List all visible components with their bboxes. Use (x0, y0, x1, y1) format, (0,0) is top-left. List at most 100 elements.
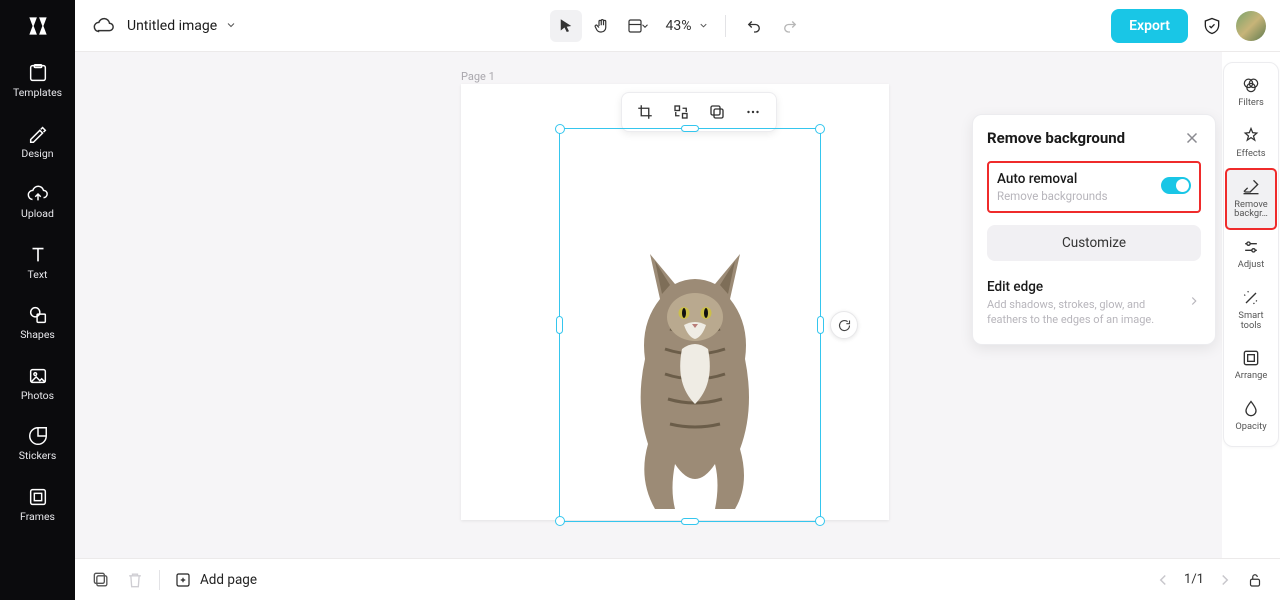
swap-image-button[interactable] (664, 95, 698, 129)
sidebar-item-label: Photos (21, 391, 54, 402)
sidebar-item-label: Templates (13, 88, 62, 99)
right-tool-label: Filters (1238, 98, 1264, 108)
design-icon (27, 123, 49, 145)
sidebar-item-text[interactable]: Text (0, 234, 75, 295)
resize-handle-tl[interactable] (555, 124, 565, 134)
top-center-tools: 43% (550, 10, 806, 42)
sidebar-item-label: Frames (20, 512, 55, 523)
close-panel-button[interactable] (1183, 129, 1201, 147)
right-tool-label: Adjust (1238, 260, 1265, 270)
chevron-down-icon (225, 16, 237, 35)
undo-button[interactable] (738, 10, 770, 42)
copy-button[interactable] (700, 95, 734, 129)
app-logo[interactable] (0, 0, 75, 52)
chevron-down-icon (698, 20, 709, 31)
sidebar-item-design[interactable]: Design (0, 113, 75, 174)
templates-icon (27, 62, 49, 84)
right-tool-opacity[interactable]: Opacity (1226, 391, 1276, 442)
select-tool[interactable] (550, 10, 582, 42)
page-indicator: 1/1 (1184, 572, 1204, 587)
add-page-button[interactable]: Add page (174, 571, 257, 589)
upload-icon (27, 183, 49, 205)
sidebar-item-shapes[interactable]: Shapes (0, 294, 75, 355)
edit-edge-subtitle: Add shadows, strokes, glow, and feathers… (987, 298, 1187, 328)
zoom-dropdown[interactable]: 43% (666, 18, 709, 34)
page-label: Page 1 (461, 70, 495, 83)
edit-edge-title: Edit edge (987, 279, 1187, 295)
frames-icon (27, 486, 49, 508)
panel-title: Remove background (987, 129, 1125, 147)
rotate-button[interactable] (830, 311, 858, 339)
right-tool-smart-tools[interactable]: Smart tools (1226, 280, 1276, 341)
selected-image[interactable] (620, 239, 770, 519)
top-bar: Untitled image 43% Export (75, 0, 1280, 52)
arrange-icon (1241, 348, 1261, 368)
customize-button[interactable]: Customize (987, 225, 1201, 261)
sidebar-item-label: Upload (21, 209, 54, 220)
sidebar-item-photos[interactable]: Photos (0, 355, 75, 416)
magic-wand-icon (1241, 288, 1261, 308)
effects-icon (1241, 126, 1261, 146)
add-page-label: Add page (200, 572, 257, 588)
right-tool-effects[interactable]: Effects (1226, 118, 1276, 169)
chevron-right-icon (1187, 293, 1201, 312)
sidebar-item-upload[interactable]: Upload (0, 173, 75, 234)
right-tool-label: Opacity (1235, 422, 1266, 432)
document-title-dropdown[interactable]: Untitled image (127, 16, 237, 35)
resize-handle-tr[interactable] (815, 124, 825, 134)
canvas-area[interactable]: Page 1 (75, 52, 1280, 558)
zoom-value: 43% (666, 18, 692, 34)
lock-button[interactable] (1246, 571, 1264, 589)
resize-handle-rm[interactable] (817, 316, 824, 334)
filters-icon (1241, 75, 1261, 95)
redo-button[interactable] (774, 10, 806, 42)
resize-handle-bl[interactable] (555, 516, 565, 526)
right-tool-arrange[interactable]: Arrange (1226, 340, 1276, 391)
cloud-sync-icon[interactable] (93, 15, 115, 37)
next-page-button[interactable] (1216, 571, 1234, 589)
export-button[interactable]: Export (1111, 9, 1188, 43)
divider (159, 570, 160, 590)
sidebar-item-label: Text (28, 270, 48, 281)
sidebar-item-label: Shapes (20, 330, 55, 341)
edit-edge-row[interactable]: Edit edge Add shadows, strokes, glow, an… (987, 279, 1201, 328)
right-tool-strip: Filters Effects Remove backgr… Adjust Sm… (1222, 52, 1280, 558)
opacity-icon (1241, 399, 1261, 419)
auto-removal-toggle[interactable] (1161, 177, 1191, 194)
document-title: Untitled image (127, 18, 217, 34)
text-icon (27, 244, 49, 266)
resize-handle-br[interactable] (815, 516, 825, 526)
add-page-icon (174, 571, 192, 589)
auto-removal-title: Auto removal (997, 171, 1108, 187)
resize-handle-lm[interactable] (556, 316, 563, 334)
resize-handle-tm[interactable] (681, 125, 699, 132)
bottom-bar: Add page 1/1 (75, 558, 1280, 600)
sidebar-item-stickers[interactable]: Stickers (0, 415, 75, 476)
right-tool-label: Arrange (1235, 371, 1268, 381)
user-avatar[interactable] (1236, 11, 1266, 41)
right-tool-label: Effects (1236, 149, 1265, 159)
right-tool-adjust[interactable]: Adjust (1226, 229, 1276, 280)
right-tool-label: Remove backgr… (1227, 200, 1275, 220)
hand-tool[interactable] (586, 10, 618, 42)
stickers-icon (27, 425, 49, 447)
more-button[interactable] (736, 95, 770, 129)
sidebar-item-frames[interactable]: Frames (0, 476, 75, 537)
delete-page-button (125, 570, 145, 590)
shield-icon[interactable] (1202, 16, 1222, 36)
resize-handle-bm[interactable] (681, 518, 699, 525)
selection-box[interactable] (559, 128, 821, 522)
remove-background-panel: Remove background Auto removal Remove ba… (972, 114, 1216, 345)
crop-button[interactable] (628, 95, 662, 129)
prev-page-button[interactable] (1154, 571, 1172, 589)
right-tool-remove-background[interactable]: Remove backgr… (1226, 169, 1276, 230)
sidebar-item-label: Design (21, 149, 53, 160)
sidebar-item-label: Stickers (19, 451, 56, 462)
resize-tool[interactable] (622, 10, 654, 42)
right-tool-label: Smart tools (1227, 311, 1275, 331)
adjust-icon (1241, 237, 1261, 257)
right-tool-filters[interactable]: Filters (1226, 67, 1276, 118)
eraser-icon (1241, 177, 1261, 197)
duplicate-page-button[interactable] (91, 570, 111, 590)
sidebar-item-templates[interactable]: Templates (0, 52, 75, 113)
